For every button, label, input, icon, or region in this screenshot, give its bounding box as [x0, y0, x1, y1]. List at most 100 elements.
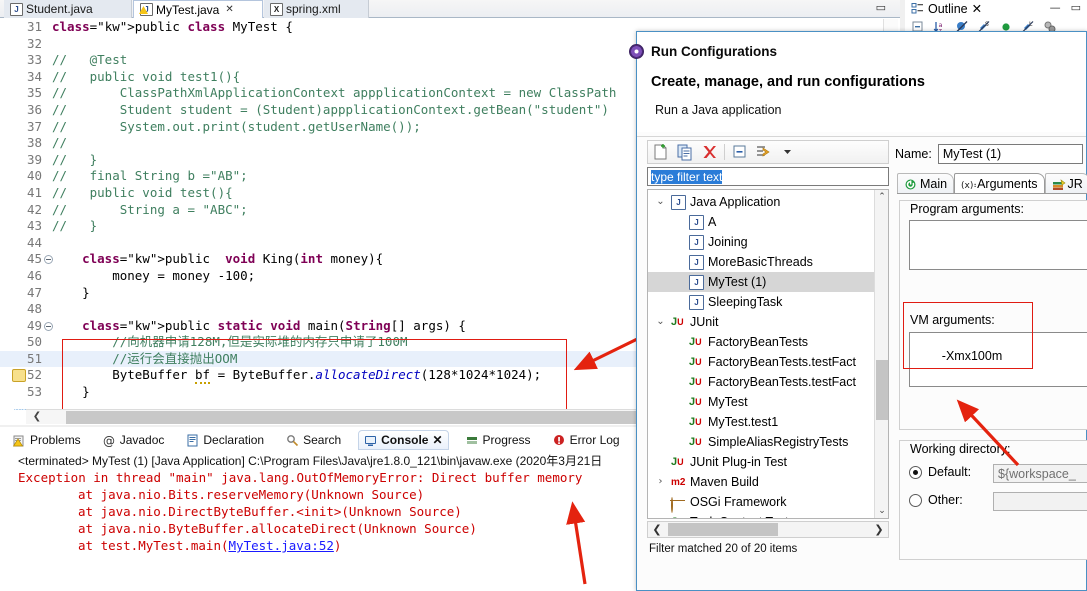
scrollbar-thumb[interactable]	[668, 523, 778, 536]
junit-icon: JU	[689, 355, 702, 368]
fold-toggle-icon[interactable]	[44, 321, 53, 331]
tree-vertical-scrollbar[interactable]: ⌃ ⌄	[874, 190, 888, 518]
tab-progress[interactable]: Progress	[461, 431, 536, 449]
editor-horizontal-scrollbar[interactable]: ❮	[26, 409, 646, 424]
tree-item[interactable]: JU MyTest.test1	[648, 412, 874, 432]
close-icon[interactable]: ✕	[225, 4, 233, 15]
tab-jre[interactable]: JR	[1044, 173, 1087, 194]
line-number: 33	[26, 52, 42, 68]
editor-tab-student-java[interactable]: J Student.java	[4, 0, 132, 18]
configurations-pane: type filter text ⌄ J Java Application J A J Jo…	[647, 140, 889, 586]
working-directory-other-row[interactable]: Other:	[909, 493, 963, 507]
name-input[interactable]: MyTest (1)	[937, 144, 1083, 164]
maximize-icon[interactable]: ▭	[1071, 1, 1081, 14]
code-text: // Student student = (Student)appplicati…	[52, 101, 609, 117]
vm-arguments-textarea[interactable]: -Xmx100m	[909, 332, 1087, 387]
program-arguments-textarea[interactable]	[909, 220, 1087, 270]
delete-icon[interactable]	[700, 143, 718, 161]
configurations-tree[interactable]: ⌄ J Java Application J A J Joining J MoreBasicTh…	[647, 189, 889, 519]
editor-tab-spring-xml[interactable]: X spring.xml	[264, 0, 369, 18]
tree-item[interactable]: JU FactoryBeanTests	[648, 332, 874, 352]
tree-twisty-icon[interactable]: ⌄	[654, 192, 667, 212]
tree-twisty-icon[interactable]: ⌄	[654, 312, 667, 332]
working-directory-other-input[interactable]	[993, 492, 1087, 511]
tree-item[interactable]: JU FactoryBeanTests.testFact	[648, 372, 874, 392]
code-text: class="kw">public	[82, 251, 211, 267]
stack-trace-link[interactable]: MyTest.java:52	[229, 538, 334, 553]
code-text: // }	[52, 151, 98, 167]
radio-other[interactable]	[909, 493, 922, 507]
scrollbar-thumb[interactable]	[876, 360, 888, 420]
tab-console[interactable]: Console ✕	[358, 430, 449, 450]
name-input-value: MyTest (1)	[942, 147, 1002, 161]
minimize-icon[interactable]: ▭	[876, 1, 886, 14]
declaration-icon	[186, 434, 199, 447]
tab-outline[interactable]: Outline ✕	[911, 1, 982, 16]
scroll-right-icon[interactable]: ❯	[870, 522, 888, 537]
tree-item[interactable]: J SleepingTask	[648, 292, 874, 312]
tab-main[interactable]: Main	[897, 173, 955, 194]
java-launch-icon: J	[689, 254, 704, 270]
tree-twisty-icon[interactable]: ›	[654, 472, 667, 492]
tab-label: Arguments	[977, 177, 1038, 191]
tree-item[interactable]: › m2 Maven Build	[648, 472, 874, 492]
dialog-subtitle: Create, manage, and run configurations	[651, 74, 925, 90]
new-configuration-icon[interactable]	[652, 143, 670, 161]
tab-javadoc[interactable]: @ Javadoc	[98, 431, 170, 449]
tab-label: Main	[920, 177, 948, 191]
scroll-left-icon[interactable]: ❮	[648, 522, 666, 537]
close-icon[interactable]: ✕	[972, 1, 982, 16]
tree-item-label: SleepingTask	[708, 295, 783, 309]
tree-item[interactable]: JU Task Context Test	[648, 512, 874, 518]
maven-icon: m2	[671, 476, 686, 488]
tree-item[interactable]: J MyTest (1)	[648, 272, 874, 292]
tab-declaration[interactable]: Declaration	[181, 431, 269, 449]
tab-search[interactable]: Search	[281, 431, 346, 449]
configuration-tab-bar: Main (x)= Arguments JR	[897, 172, 1087, 194]
junit-icon: JU	[689, 335, 702, 348]
tree-item[interactable]: JU MyTest	[648, 392, 874, 412]
tab-problems[interactable]: Problems	[8, 431, 86, 449]
collapse-all-icon[interactable]	[731, 143, 749, 161]
line-number: 40	[26, 168, 42, 184]
line-number: 34	[26, 68, 42, 84]
line-number: 32	[26, 35, 42, 51]
code-text: ByteBuffer bf = ByteBuffer.allocateDirec…	[52, 367, 542, 385]
filter-input[interactable]: type filter text	[647, 167, 889, 186]
view-tab-label: Search	[303, 433, 342, 447]
duplicate-icon[interactable]	[676, 143, 694, 161]
scroll-left-icon[interactable]: ❮	[26, 410, 48, 424]
tab-arguments[interactable]: (x)= Arguments	[954, 173, 1045, 194]
code-text: // @Test	[52, 52, 128, 68]
dropdown-arrow-icon[interactable]	[779, 143, 797, 161]
minimize-icon[interactable]: —	[1050, 1, 1061, 14]
radio-default[interactable]	[909, 465, 922, 479]
tab-error-log[interactable]: Error Log	[548, 431, 625, 449]
warning-marker-icon[interactable]	[12, 369, 26, 383]
tree-item[interactable]: JA	[648, 212, 874, 232]
tree-item[interactable]: J MoreBasicThreads	[648, 252, 874, 272]
scroll-down-icon[interactable]: ⌄	[875, 504, 888, 518]
working-directory-default-input: ${workspace_	[993, 464, 1087, 483]
scrollbar-thumb[interactable]	[66, 411, 646, 424]
tree-item[interactable]: OSGi Framework	[648, 492, 874, 513]
filter-icon[interactable]	[755, 143, 773, 161]
console-icon	[364, 434, 377, 447]
editor-tab-mytest-java[interactable]: J MyTest.java ✕	[133, 0, 263, 18]
program-arguments-label: Program arguments:	[907, 202, 1027, 216]
tree-item[interactable]: ⌄ J Java Application	[648, 192, 874, 212]
line-number: 42	[26, 201, 42, 217]
tree-item[interactable]: JU FactoryBeanTests.testFact	[648, 352, 874, 372]
tree-item[interactable]: JU JUnit Plug-in Test	[648, 452, 874, 472]
junit-icon: JU	[689, 375, 702, 388]
tree-item[interactable]: JU SimpleAliasRegistryTests	[648, 432, 874, 452]
tree-item-label: Java Application	[690, 195, 781, 209]
error-log-icon	[553, 434, 566, 447]
tree-item[interactable]: ⌄ JU JUnit	[648, 312, 874, 332]
working-directory-default-row[interactable]: Default:	[909, 465, 971, 479]
scroll-up-icon[interactable]: ⌃	[875, 190, 888, 204]
tree-horizontal-scrollbar[interactable]: ❮ ❯	[647, 521, 889, 538]
name-row: Name: MyTest (1)	[895, 144, 1083, 164]
close-icon[interactable]: ✕	[432, 433, 442, 447]
tree-item[interactable]: J Joining	[648, 232, 874, 252]
